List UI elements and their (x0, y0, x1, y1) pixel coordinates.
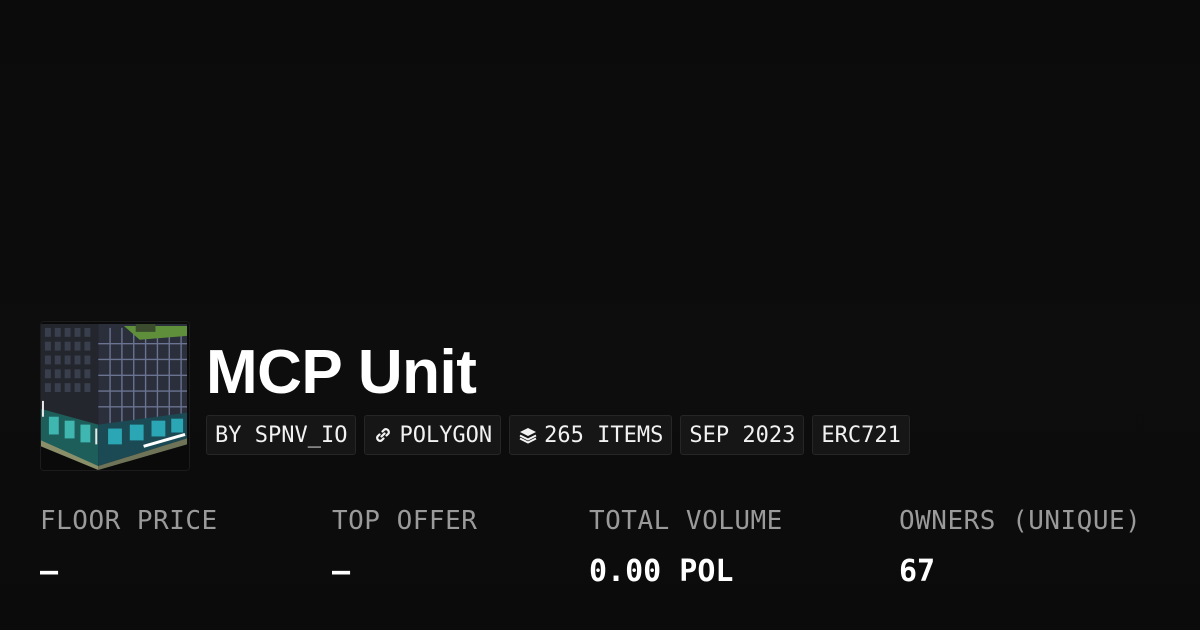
collection-thumbnail[interactable] (40, 321, 190, 471)
standard-tag: ERC721 (812, 415, 910, 455)
stat-total-volume: TOTAL VOLUME 0.00 POL (589, 503, 783, 591)
stat-value: 67 (899, 554, 936, 589)
date-tag: SEP 2023 (680, 415, 805, 455)
stat-value: – (40, 554, 59, 589)
stat-label: OWNERS (UNIQUE) (899, 506, 1142, 536)
creator-label: BY SPNV_IO (215, 422, 348, 448)
collection-stats: FLOOR PRICE – TOP OFFER – TOTAL VOLUME 0… (0, 503, 1200, 603)
stat-value: – (332, 554, 351, 589)
standard-label: ERC721 (821, 422, 901, 448)
stat-top-offer: TOP OFFER – (332, 503, 477, 591)
layers-icon (518, 425, 538, 445)
collection-share-card: MCP Unit BY SPNV_IO POLYGON 265 ITEMS SE… (0, 0, 1200, 630)
creator-tag[interactable]: BY SPNV_IO (206, 415, 357, 455)
collection-title: MCP Unit (206, 338, 477, 407)
stat-owners: OWNERS (UNIQUE) 67 (899, 503, 1141, 591)
items-tag[interactable]: 265 ITEMS (509, 415, 673, 455)
chain-label: POLYGON (399, 422, 493, 448)
link-icon (373, 425, 393, 445)
stat-label: FLOOR PRICE (40, 506, 218, 536)
stat-label: TOP OFFER (332, 506, 478, 536)
stat-floor-price: FLOOR PRICE – (40, 503, 218, 591)
stat-value: 0.00 POL (589, 554, 734, 589)
items-label: 265 ITEMS (544, 422, 664, 448)
collection-tags: BY SPNV_IO POLYGON 265 ITEMS SEP 2023 ER… (206, 415, 910, 455)
stat-label: TOTAL VOLUME (589, 506, 783, 536)
building-illustration (41, 322, 189, 470)
chain-tag[interactable]: POLYGON (364, 415, 502, 455)
date-label: SEP 2023 (689, 422, 796, 448)
